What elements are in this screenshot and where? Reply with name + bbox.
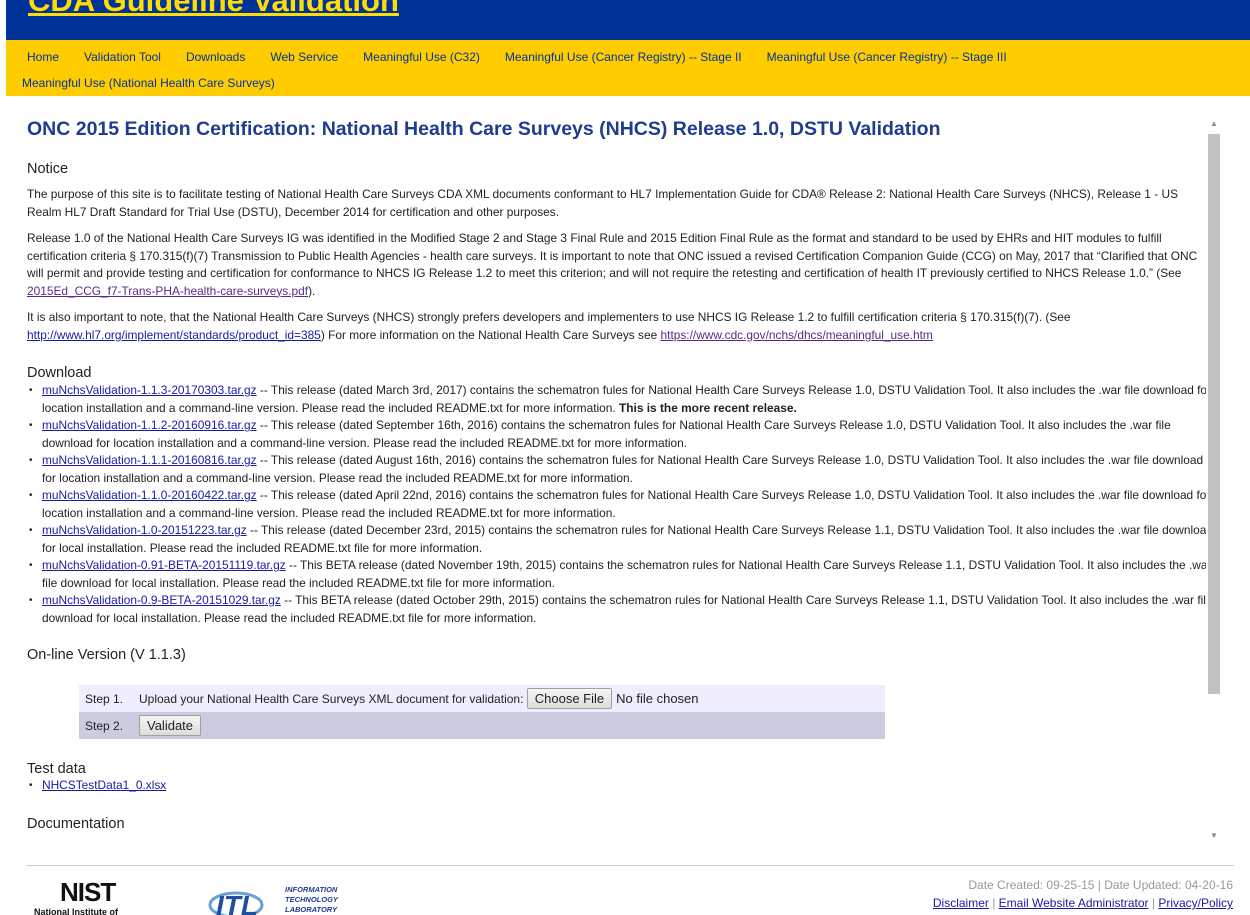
online-version-heading: On-line Version (V 1.1.3): [27, 647, 186, 663]
footer-dates: Date Created: 09-25-15 | Date Updated: 0…: [968, 878, 1233, 892]
notice-heading: Notice: [27, 161, 69, 177]
documentation-heading: Documentation: [27, 815, 125, 832]
nist-logo-subtext: National Institute of: [34, 907, 119, 915]
scroll-down-arrow-icon[interactable]: ▼: [1208, 830, 1220, 842]
nav-home[interactable]: Home: [27, 44, 59, 70]
step-1-instruction: Upload your National Health Care Surveys…: [139, 692, 524, 706]
nav-cancer-registry-stage-2[interactable]: Meaningful Use (Cancer Registry) -- Stag…: [505, 44, 742, 70]
nist-logo-text: NIST: [60, 877, 116, 907]
step-2-row: Step 2. Validate: [79, 712, 885, 739]
notice-paragraph-3-mid: ) For more information on the National H…: [320, 327, 658, 342]
download-link-0-91-beta[interactable]: muNchsValidation-0.91-BETA-20151119.tar.…: [42, 558, 286, 572]
itl-logo[interactable]: ITL INFORMATION TECHNOLOGY LABORATORY: [206, 881, 366, 915]
step-2-content: Validate: [133, 712, 885, 739]
download-item: muNchsValidation-1.1.3-20170303.tar.gz -…: [27, 382, 1206, 417]
step-2-label: Step 2.: [79, 712, 133, 739]
site-title[interactable]: CDA Guideline Validation: [28, 0, 399, 19]
test-data-heading: Test data: [27, 761, 86, 777]
main-nav: Home Validation Tool Downloads Web Servi…: [6, 40, 1250, 96]
nav-web-service[interactable]: Web Service: [270, 44, 338, 70]
download-link-1-1-3[interactable]: muNchsValidation-1.1.3-20170303.tar.gz: [42, 383, 257, 397]
step-1-label: Step 1.: [79, 685, 133, 712]
download-item: muNchsValidation-0.9-BETA-20151029.tar.g…: [27, 592, 1206, 627]
download-item: muNchsValidation-1.1.2-20160916.tar.gz -…: [27, 417, 1206, 452]
content-scrollbar[interactable]: ▲ ▼: [1206, 114, 1222, 848]
step-1-row: Step 1. Upload your National Health Care…: [79, 685, 885, 712]
footer-separator: |: [1148, 896, 1159, 910]
site-banner: CDA Guideline Validation: [6, 0, 1250, 40]
page-title: ONC 2015 Edition Certification: National…: [27, 118, 941, 140]
notice-paragraph-1: The purpose of this site is to facilitat…: [27, 187, 1178, 219]
itl-subtext-2: TECHNOLOGY: [285, 895, 339, 904]
download-list: muNchsValidation-1.1.3-20170303.tar.gz -…: [27, 382, 1206, 627]
disclaimer-link[interactable]: Disclaimer: [933, 896, 989, 910]
main-content: ONC 2015 Edition Certification: National…: [6, 96, 1206, 848]
nav-cancer-registry-stage-3[interactable]: Meaningful Use (Cancer Registry) -- Stag…: [767, 44, 1007, 70]
nav-validation-tool[interactable]: Validation Tool: [84, 44, 161, 70]
scroll-up-arrow-icon[interactable]: ▲: [1208, 118, 1220, 130]
choose-file-button[interactable]: Choose File: [526, 688, 613, 709]
notice-paragraph-3-text: It is also important to note, that the N…: [27, 310, 1071, 324]
notice-paragraph-2: Release 1.0 of the National Health Care …: [27, 230, 1206, 300]
nist-logo[interactable]: NIST National Institute of: [30, 877, 180, 915]
download-link-1-1-2[interactable]: muNchsValidation-1.1.2-20160916.tar.gz: [42, 418, 257, 432]
test-data-link[interactable]: NHCSTestData1_0.xlsx: [42, 778, 166, 792]
test-data-item: NHCSTestData1_0.xlsx: [27, 777, 1206, 795]
cdc-meaningful-use-link[interactable]: https://www.cdc.gov/nchs/dhcs/meaningful…: [661, 328, 933, 342]
download-item: muNchsValidation-1.0-20151223.tar.gz -- …: [27, 522, 1206, 557]
download-link-1-0[interactable]: muNchsValidation-1.0-20151223.tar.gz: [42, 523, 247, 537]
nav-national-health-care-surveys[interactable]: Meaningful Use (National Health Care Sur…: [22, 70, 275, 96]
notice-paragraph-3: It is also important to note, that the N…: [27, 309, 1206, 344]
validation-form: Step 1. Upload your National Health Care…: [79, 685, 885, 739]
notice-paragraph-2-text: Release 1.0 of the National Health Care …: [27, 231, 1198, 280]
download-heading: Download: [27, 365, 92, 381]
footer-divider: [26, 865, 1234, 866]
nav-downloads[interactable]: Downloads: [186, 44, 245, 70]
itl-subtext-1: INFORMATION: [285, 885, 338, 894]
test-data-list: NHCSTestData1_0.xlsx: [27, 777, 1206, 795]
notice-paragraph-2-end: ).: [308, 283, 316, 298]
itl-subtext-3: LABORATORY: [285, 905, 338, 914]
download-link-1-1-0[interactable]: muNchsValidation-1.1.0-20160422.tar.gz: [42, 488, 257, 502]
ccg-pdf-link[interactable]: 2015Ed_CCG_f7-Trans-PHA-health-care-surv…: [27, 284, 308, 298]
itl-logo-text: ITL: [216, 890, 258, 915]
privacy-policy-link[interactable]: Privacy/Policy: [1158, 896, 1233, 910]
scroll-thumb[interactable]: [1208, 134, 1220, 694]
file-status: No file chosen: [616, 691, 699, 706]
download-item: muNchsValidation-0.91-BETA-20151119.tar.…: [27, 557, 1206, 592]
footer-links: Disclaimer | Email Website Administrator…: [933, 896, 1233, 910]
download-link-0-9-beta[interactable]: muNchsValidation-0.9-BETA-20151029.tar.g…: [42, 593, 281, 607]
nav-meaningful-use-c32[interactable]: Meaningful Use (C32): [363, 44, 480, 70]
hl7-standards-link[interactable]: http://www.hl7.org/implement/standards/p…: [27, 328, 321, 342]
footer-separator: |: [988, 896, 999, 910]
email-admin-link[interactable]: Email Website Administrator: [999, 896, 1149, 910]
step-1-content: Upload your National Health Care Surveys…: [133, 685, 885, 712]
validate-button[interactable]: Validate: [139, 715, 202, 736]
recent-release-note: This is the more recent release.: [619, 400, 797, 415]
download-link-1-1-1[interactable]: muNchsValidation-1.1.1-20160816.tar.gz: [42, 453, 257, 467]
download-item: muNchsValidation-1.1.1-20160816.tar.gz -…: [27, 452, 1206, 487]
download-item: muNchsValidation-1.1.0-20160422.tar.gz -…: [27, 487, 1206, 522]
